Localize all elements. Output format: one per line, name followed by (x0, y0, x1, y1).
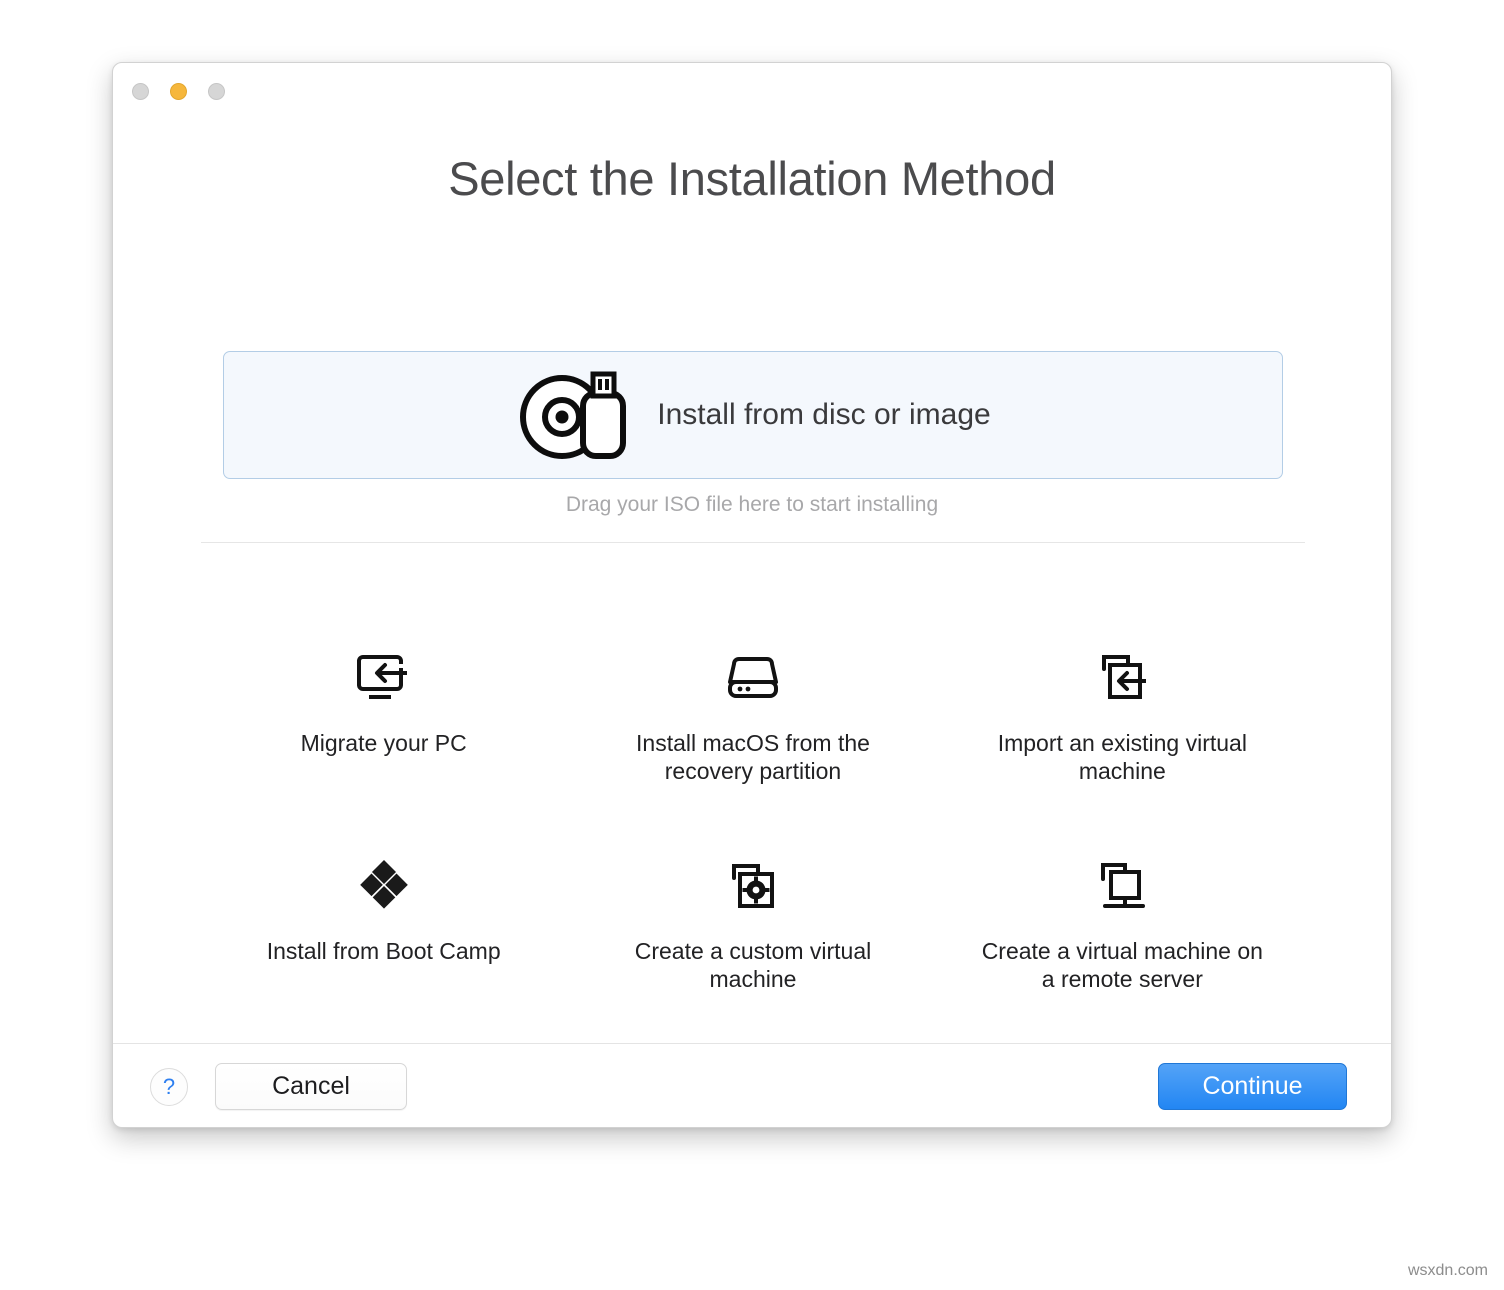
window-footer: ? Cancel Continue (113, 1044, 1391, 1128)
option-install-macos-recovery[interactable]: Install macOS from the recovery partitio… (568, 625, 937, 833)
option-label: Install macOS from the recovery partitio… (603, 729, 903, 785)
install-from-disc-label: Install from disc or image (657, 398, 990, 432)
option-migrate-your-pc[interactable]: Migrate your PC (199, 625, 568, 833)
cancel-button[interactable]: Cancel (215, 1063, 407, 1110)
installation-options-grid: Migrate your PC Install macOS from the r… (199, 625, 1307, 1041)
boot-camp-icon (356, 855, 412, 917)
close-window-button[interactable] (132, 83, 149, 100)
option-create-vm-remote-server[interactable]: Create a virtual machine on a remote ser… (938, 833, 1307, 1041)
zoom-window-button[interactable] (208, 83, 225, 100)
remote-server-vm-icon (1095, 855, 1149, 917)
hard-drive-icon (726, 647, 780, 709)
minimize-window-button[interactable] (170, 83, 187, 100)
option-label: Create a virtual machine on a remote ser… (972, 937, 1272, 993)
page-title: Select the Installation Method (113, 151, 1391, 206)
option-label: Create a custom virtual machine (603, 937, 903, 993)
install-from-disc-or-image-option[interactable]: Install from disc or image (223, 351, 1283, 479)
watermark: wsxdn.com (1408, 1262, 1488, 1280)
help-button[interactable]: ? (150, 1068, 188, 1106)
installation-method-window: Select the Installation Method Install f… (112, 62, 1392, 1128)
migrate-pc-icon (355, 647, 413, 709)
continue-button[interactable]: Continue (1158, 1063, 1347, 1110)
drop-hint-text: Drag your ISO file here to start install… (113, 493, 1391, 517)
option-install-from-boot-camp[interactable]: Install from Boot Camp (199, 833, 568, 1041)
section-divider (201, 542, 1305, 543)
import-vm-icon (1094, 647, 1150, 709)
custom-vm-gear-icon (726, 855, 780, 917)
disc-usb-icon (515, 369, 631, 461)
window-titlebar (113, 63, 1391, 121)
option-import-existing-vm[interactable]: Import an existing virtual machine (938, 625, 1307, 833)
option-label: Migrate your PC (301, 729, 467, 757)
option-label: Install from Boot Camp (267, 937, 501, 965)
option-label: Import an existing virtual machine (972, 729, 1272, 785)
option-create-custom-vm[interactable]: Create a custom virtual machine (568, 833, 937, 1041)
